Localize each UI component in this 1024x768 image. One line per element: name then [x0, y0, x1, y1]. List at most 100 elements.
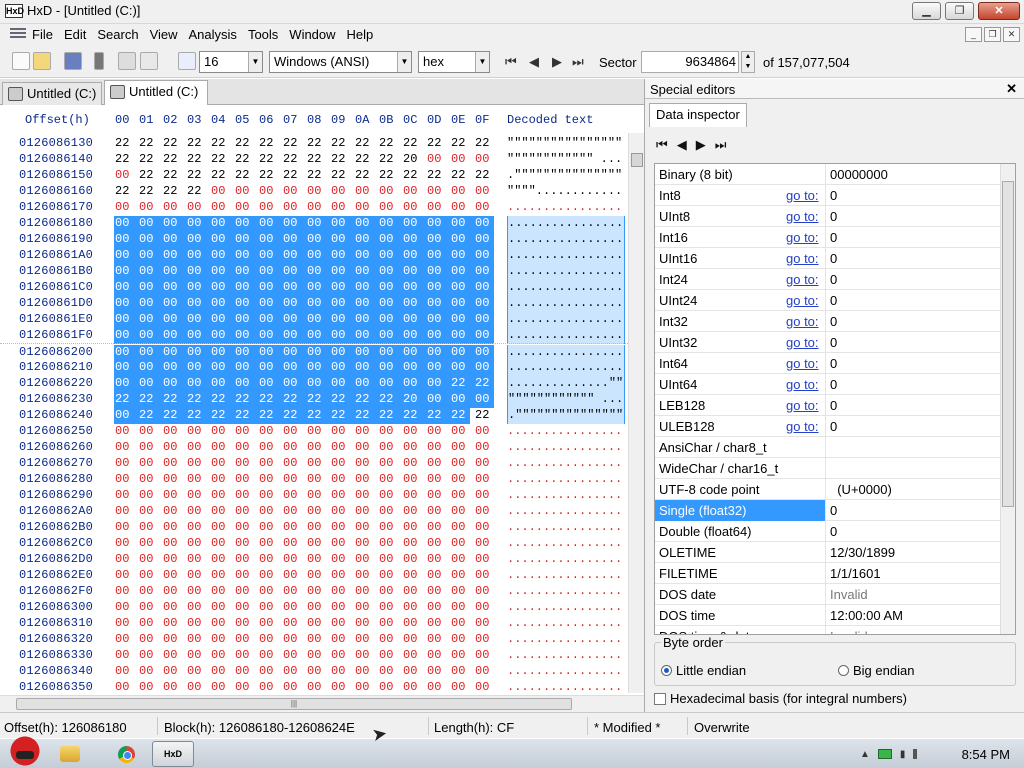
hex-byte[interactable]: 00: [402, 552, 422, 568]
hex-byte[interactable]: 00: [354, 504, 374, 520]
hex-byte[interactable]: 00: [258, 632, 278, 648]
decoded-text[interactable]: ................: [507, 552, 625, 568]
hex-byte[interactable]: 00: [354, 552, 374, 568]
hex-byte[interactable]: 00: [258, 424, 278, 440]
hex-byte[interactable]: 00: [330, 232, 354, 248]
hex-byte[interactable]: 00: [330, 456, 350, 472]
hex-byte[interactable]: 00: [258, 280, 282, 296]
hex-byte[interactable]: 00: [234, 664, 254, 680]
hex-byte[interactable]: 00: [474, 568, 494, 584]
start-button-bird-icon[interactable]: [2, 729, 48, 768]
goto-link[interactable]: go to:: [786, 188, 819, 203]
hex-byte[interactable]: 00: [306, 312, 330, 328]
goto-link[interactable]: go to:: [786, 419, 819, 434]
hex-byte[interactable]: 00: [330, 264, 354, 280]
hex-byte[interactable]: 00: [258, 456, 278, 472]
inspector-row[interactable]: AnsiChar / char8_t: [655, 437, 1015, 458]
hex-byte[interactable]: 00: [402, 568, 422, 584]
hex-byte[interactable]: 00: [402, 632, 422, 648]
hex-byte[interactable]: 00: [426, 600, 446, 616]
hex-byte[interactable]: 22: [186, 168, 206, 184]
hex-byte[interactable]: 00: [138, 632, 158, 648]
hex-byte[interactable]: 00: [114, 664, 134, 680]
hex-byte[interactable]: 00: [450, 280, 474, 296]
hex-byte[interactable]: 00: [210, 200, 230, 216]
hex-row[interactable]: 0126086350 00 00 00 00 00 00 00 00 00 00 00 00 00 00 00…: [0, 679, 644, 695]
goto-link[interactable]: go to:: [786, 209, 819, 224]
hex-byte[interactable]: 00: [186, 424, 206, 440]
minimize-button[interactable]: ▁: [912, 2, 941, 20]
decoded-text[interactable]: .""""""""""""""": [507, 168, 625, 184]
hex-byte[interactable]: 00: [234, 456, 254, 472]
hex-byte[interactable]: 00: [162, 280, 186, 296]
save-icon[interactable]: [64, 52, 82, 70]
hex-byte[interactable]: 00: [426, 520, 446, 536]
hex-byte[interactable]: 00: [114, 408, 138, 424]
hex-byte[interactable]: 00: [114, 248, 138, 264]
hex-byte[interactable]: 00: [474, 264, 494, 280]
hex-byte[interactable]: 00: [282, 440, 302, 456]
hex-byte[interactable]: 22: [138, 392, 162, 408]
hex-byte[interactable]: 00: [162, 648, 182, 664]
hex-byte[interactable]: 00: [114, 584, 134, 600]
hex-row[interactable]: 0126086220 00 00 00 00 00 00 00 00 00 00 00 00 00 00 22…: [0, 375, 644, 392]
hex-byte[interactable]: 22: [114, 152, 134, 168]
hex-byte[interactable]: 00: [114, 520, 134, 536]
hex-byte[interactable]: 22: [234, 136, 254, 152]
hex-byte[interactable]: 00: [426, 456, 446, 472]
hex-byte[interactable]: 00: [354, 328, 378, 344]
hex-byte[interactable]: 00: [282, 424, 302, 440]
hex-byte[interactable]: 00: [138, 360, 162, 376]
hex-byte[interactable]: 00: [474, 584, 494, 600]
decoded-text[interactable]: ................: [507, 232, 625, 248]
hex-byte[interactable]: 00: [186, 296, 210, 312]
hex-byte[interactable]: 00: [258, 232, 282, 248]
goto-link[interactable]: go to:: [786, 398, 819, 413]
hex-byte[interactable]: 00: [234, 648, 254, 664]
hex-byte[interactable]: 00: [378, 552, 398, 568]
inspector-row[interactable]: Int64 go to: 0: [655, 353, 1015, 374]
hex-byte[interactable]: 00: [402, 488, 422, 504]
hex-byte[interactable]: 00: [426, 616, 446, 632]
first-sector-icon[interactable]: ⏮: [505, 54, 517, 70]
hex-byte[interactable]: 00: [306, 568, 326, 584]
hex-row[interactable]: 0126086320 00 00 00 00 00 00 00 00 00 00 00 00 00 00 00…: [0, 631, 644, 647]
hex-byte[interactable]: 00: [258, 248, 282, 264]
hex-byte[interactable]: 22: [354, 152, 374, 168]
hex-byte[interactable]: 22: [450, 408, 470, 424]
hex-byte[interactable]: 00: [450, 328, 474, 344]
hex-byte[interactable]: 22: [306, 392, 330, 408]
hex-byte[interactable]: 00: [354, 536, 374, 552]
hex-byte[interactable]: 00: [186, 456, 206, 472]
hex-byte[interactable]: 00: [234, 680, 254, 695]
hex-byte[interactable]: 00: [402, 280, 426, 296]
hex-byte[interactable]: 00: [402, 376, 426, 392]
hex-byte[interactable]: 00: [114, 552, 134, 568]
hex-row[interactable]: 01260862D0 00 00 00 00 00 00 00 00 00 00 00 00 00 00 00…: [0, 551, 644, 567]
decoded-text[interactable]: ................: [507, 248, 625, 264]
hex-byte[interactable]: 00: [258, 216, 282, 232]
hex-byte[interactable]: 00: [426, 296, 450, 312]
hex-byte[interactable]: 00: [378, 456, 398, 472]
hex-byte[interactable]: 00: [138, 584, 158, 600]
hex-byte[interactable]: 00: [474, 152, 494, 168]
hex-byte[interactable]: 00: [426, 552, 446, 568]
data-inspector-grid[interactable]: Binary (8 bit) 00000000 Int8 go to: 0 UInt8 go…: [654, 163, 1016, 635]
hex-byte[interactable]: 22: [378, 152, 398, 168]
charset-select[interactable]: Windows (ANSI) ▼: [269, 51, 412, 73]
hex-byte[interactable]: 00: [282, 584, 302, 600]
hex-byte[interactable]: 22: [234, 152, 254, 168]
hex-byte[interactable]: 00: [138, 616, 158, 632]
hex-byte[interactable]: 22: [378, 392, 402, 408]
mdi-restore-button[interactable]: ❐: [984, 27, 1001, 42]
close-button[interactable]: ✕: [978, 2, 1020, 20]
hex-byte[interactable]: 22: [402, 408, 426, 424]
hex-byte[interactable]: 00: [378, 472, 398, 488]
hex-byte[interactable]: 00: [114, 296, 138, 312]
hex-byte[interactable]: 00: [186, 280, 210, 296]
hex-byte[interactable]: 22: [330, 408, 354, 424]
hex-byte[interactable]: 00: [234, 184, 254, 200]
hex-byte[interactable]: 00: [306, 488, 326, 504]
hex-row[interactable]: 01260862C0 00 00 00 00 00 00 00 00 00 00 00 00 00 00 00…: [0, 535, 644, 551]
close-file-icon[interactable]: [94, 52, 104, 70]
